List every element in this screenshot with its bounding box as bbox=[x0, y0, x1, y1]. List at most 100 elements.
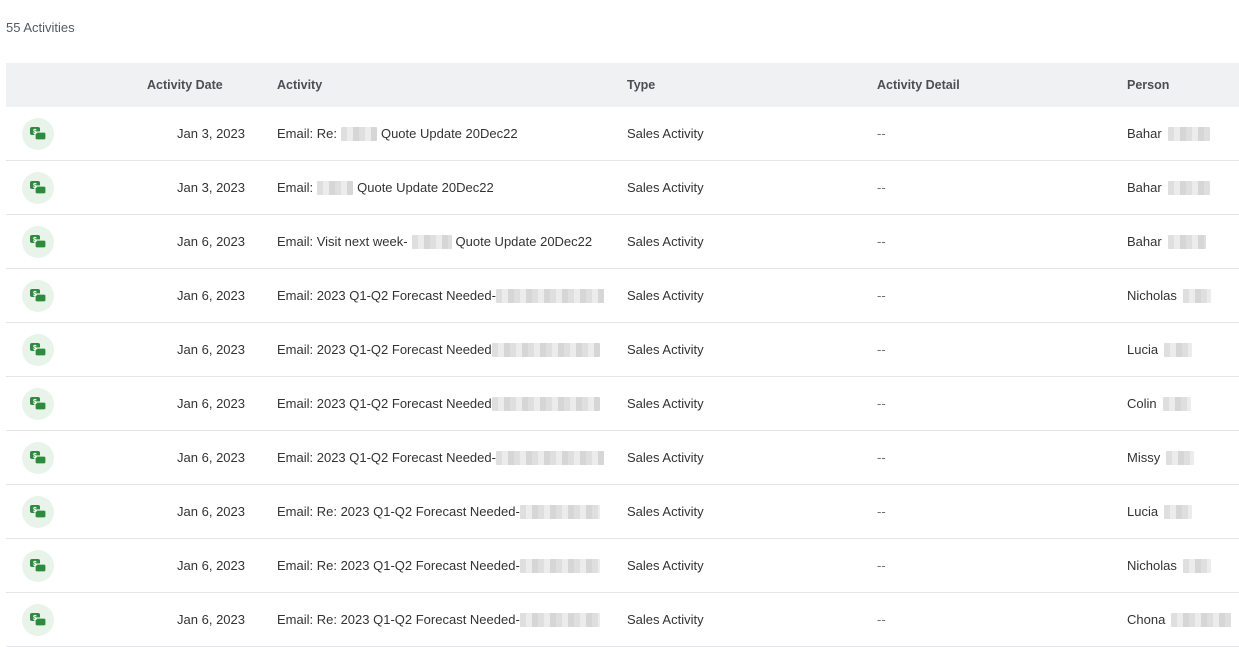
table-row[interactable]: $ Jan 6, 2023 Email: Visit next week- Quot… bbox=[6, 215, 1239, 269]
activity-detail: -- bbox=[877, 126, 886, 141]
person-first-name: Chona bbox=[1127, 612, 1166, 627]
svg-text:$: $ bbox=[33, 399, 37, 406]
person-link[interactable]: Bahar bbox=[1127, 215, 1237, 268]
activity-link[interactable]: Email: 2023 Q1-Q2 Forecast Needed bbox=[277, 323, 607, 376]
person-link[interactable]: Bahar bbox=[1127, 161, 1237, 214]
redacted-text bbox=[1164, 504, 1193, 519]
person-link[interactable]: Missy bbox=[1127, 431, 1237, 484]
activity-link[interactable]: Email: Visit next week- Quote Update 20De… bbox=[277, 215, 607, 268]
table-row[interactable]: $ Jan 6, 2023 Email: Re: 2023 Q1-Q2 Forec… bbox=[6, 593, 1239, 647]
activity-type: Sales Activity bbox=[627, 342, 704, 357]
activity-link[interactable]: Email: 2023 Q1-Q2 Forecast Needed- bbox=[277, 431, 607, 484]
person-first-name: Nicholas bbox=[1127, 558, 1177, 573]
activity-subject-prefix: Email: Re: 2023 Q1-Q2 Forecast Needed- bbox=[277, 504, 520, 519]
person-link[interactable]: Bahar bbox=[1127, 107, 1237, 160]
person-first-name: Bahar bbox=[1127, 234, 1162, 249]
header-person[interactable]: Person bbox=[1127, 63, 1237, 107]
redacted-text bbox=[411, 234, 452, 249]
person-link[interactable]: Colin bbox=[1127, 377, 1237, 430]
table-row[interactable]: $ Jan 6, 2023 Email: Re: 2023 Q1-Q2 Forec… bbox=[6, 485, 1239, 539]
redacted-text bbox=[491, 396, 600, 411]
row-icon-cell: $ bbox=[20, 539, 54, 592]
table-body: $ Jan 3, 2023 Email: Re: Quote Update 20De… bbox=[6, 107, 1239, 647]
activity-link[interactable]: Email: 2023 Q1-Q2 Forecast Needed- bbox=[277, 269, 607, 322]
sales-activity-icon: $ bbox=[22, 441, 54, 474]
row-icon-cell: $ bbox=[20, 161, 54, 214]
activity-subject-prefix: Email: Visit next week- bbox=[277, 234, 408, 249]
sales-activity-icon: $ bbox=[22, 495, 54, 528]
activity-type: Sales Activity bbox=[627, 288, 704, 303]
activity-link[interactable]: Email: Quote Update 20Dec22 bbox=[277, 161, 607, 214]
activity-date: Jan 6, 2023 bbox=[177, 504, 245, 519]
table-row[interactable]: $ Jan 3, 2023 Email: Re: Quote Update 20De… bbox=[6, 107, 1239, 161]
table-row[interactable]: $ Jan 6, 2023 Email: 2023 Q1-Q2 Forecast … bbox=[6, 269, 1239, 323]
header-icon-column bbox=[20, 63, 54, 107]
activity-date: Jan 6, 2023 bbox=[177, 288, 245, 303]
activity-subject-prefix: Email: bbox=[277, 180, 314, 195]
activity-subject-prefix: Email: 2023 Q1-Q2 Forecast Needed- bbox=[277, 288, 496, 303]
header-type[interactable]: Type bbox=[627, 63, 857, 107]
activity-count: 55 Activities bbox=[6, 20, 75, 35]
activity-date: Jan 6, 2023 bbox=[177, 396, 245, 411]
row-icon-cell: $ bbox=[20, 215, 54, 268]
redacted-text bbox=[1162, 396, 1191, 411]
activity-date: Jan 6, 2023 bbox=[177, 342, 245, 357]
activity-date: Jan 6, 2023 bbox=[177, 612, 245, 627]
activity-subject-suffix: Quote Update 20Dec22 bbox=[357, 180, 494, 195]
sales-activity-icon: $ bbox=[22, 333, 54, 366]
activity-detail: -- bbox=[877, 612, 886, 627]
person-link[interactable]: Nicholas bbox=[1127, 539, 1237, 592]
sales-activity-icon: $ bbox=[22, 117, 54, 150]
redacted-text bbox=[1182, 558, 1211, 573]
person-link[interactable]: Lucia bbox=[1127, 485, 1237, 538]
activity-detail: -- bbox=[877, 504, 886, 519]
activity-link[interactable]: Email: Re: 2023 Q1-Q2 Forecast Needed- bbox=[277, 485, 607, 538]
activity-type: Sales Activity bbox=[627, 234, 704, 249]
activity-link[interactable]: Email: Re: 2023 Q1-Q2 Forecast Needed- bbox=[277, 539, 607, 592]
activity-date: Jan 6, 2023 bbox=[177, 558, 245, 573]
svg-text:$: $ bbox=[33, 183, 37, 190]
row-icon-cell: $ bbox=[20, 431, 54, 484]
redacted-text bbox=[495, 288, 604, 303]
activity-detail: -- bbox=[877, 234, 886, 249]
svg-text:$: $ bbox=[33, 561, 37, 568]
table-row[interactable]: $ Jan 6, 2023 Email: 2023 Q1-Q2 Forecast … bbox=[6, 431, 1239, 485]
row-icon-cell: $ bbox=[20, 269, 54, 322]
svg-text:$: $ bbox=[33, 615, 37, 622]
table-header: Activity Date Activity Type Activity Det… bbox=[6, 63, 1239, 107]
activity-link[interactable]: Email: Re: 2023 Q1-Q2 Forecast Needed- bbox=[277, 593, 607, 646]
activity-detail: -- bbox=[877, 450, 886, 465]
activity-subject-prefix: Email: 2023 Q1-Q2 Forecast Needed- bbox=[277, 450, 496, 465]
svg-text:$: $ bbox=[33, 237, 37, 244]
activity-date: Jan 3, 2023 bbox=[177, 180, 245, 195]
table-row[interactable]: $ Jan 3, 2023 Email: Quote Update 20Dec22 S… bbox=[6, 161, 1239, 215]
sales-activity-icon: $ bbox=[22, 387, 54, 420]
activity-detail: -- bbox=[877, 558, 886, 573]
svg-text:$: $ bbox=[33, 129, 37, 136]
header-activity-detail[interactable]: Activity Detail bbox=[877, 63, 1107, 107]
person-link[interactable]: Chona bbox=[1127, 593, 1237, 646]
svg-text:$: $ bbox=[33, 345, 37, 352]
redacted-text bbox=[1171, 612, 1232, 627]
activity-type: Sales Activity bbox=[627, 180, 704, 195]
person-link[interactable]: Lucia bbox=[1127, 323, 1237, 376]
sales-activity-icon: $ bbox=[22, 603, 54, 636]
header-activity-date[interactable]: Activity Date bbox=[147, 63, 286, 107]
activity-link[interactable]: Email: Re: Quote Update 20Dec22 bbox=[277, 107, 607, 160]
redacted-text bbox=[1167, 234, 1206, 249]
redacted-text bbox=[519, 504, 600, 519]
activity-link[interactable]: Email: 2023 Q1-Q2 Forecast Needed bbox=[277, 377, 607, 430]
table-row[interactable]: $ Jan 6, 2023 Email: Re: 2023 Q1-Q2 Forec… bbox=[6, 539, 1239, 593]
header-activity[interactable]: Activity bbox=[277, 63, 607, 107]
person-link[interactable]: Nicholas bbox=[1127, 269, 1237, 322]
activity-date: Jan 6, 2023 bbox=[177, 234, 245, 249]
activity-type: Sales Activity bbox=[627, 396, 704, 411]
table-row[interactable]: $ Jan 6, 2023 Email: 2023 Q1-Q2 Forecast … bbox=[6, 323, 1239, 377]
activities-table: Activity Date Activity Type Activity Det… bbox=[6, 63, 1239, 647]
redacted-text bbox=[1182, 288, 1211, 303]
person-first-name: Lucia bbox=[1127, 342, 1159, 357]
table-row[interactable]: $ Jan 6, 2023 Email: 2023 Q1-Q2 Forecast … bbox=[6, 377, 1239, 431]
person-first-name: Missy bbox=[1127, 450, 1161, 465]
redacted-text bbox=[1167, 180, 1210, 195]
redacted-text bbox=[519, 558, 600, 573]
